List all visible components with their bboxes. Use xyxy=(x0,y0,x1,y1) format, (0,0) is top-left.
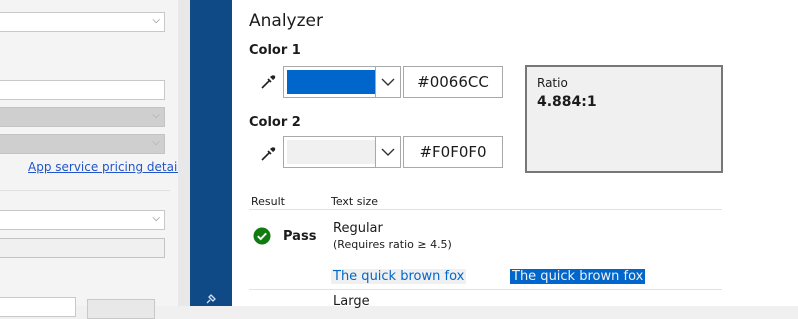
pin-icon[interactable] xyxy=(204,292,218,306)
color1-hex-input[interactable]: #0066CC xyxy=(403,66,503,98)
ratio-requirement: (Requires ratio ≥ 4.5) xyxy=(333,238,452,251)
side-bar xyxy=(190,0,232,306)
analyzer-panel: Analyzer Color 1 #0066CC Color 2 #F0F0F0… xyxy=(232,0,798,309)
result-status: Pass xyxy=(283,229,317,244)
pricing-details-link[interactable]: App service pricing details xyxy=(28,160,187,174)
dropdown-field-2[interactable]: ⌵ xyxy=(0,210,165,230)
color2-hex-input[interactable]: #F0F0F0 xyxy=(403,136,503,168)
eyedropper-icon[interactable] xyxy=(259,73,277,91)
sample-text-color2-on-color1: The quick brown fox xyxy=(510,269,646,284)
table-divider xyxy=(249,289,722,290)
ratio-label: Ratio xyxy=(537,76,568,90)
chevron-down-icon[interactable] xyxy=(375,137,400,167)
result-column-header: Result xyxy=(251,195,285,208)
color2-swatch xyxy=(287,140,376,164)
color2-picker[interactable] xyxy=(283,136,401,168)
dropdown-field-1[interactable]: ⌵ xyxy=(0,12,165,32)
chevron-down-icon: ⌵ xyxy=(152,15,160,26)
color1-picker[interactable] xyxy=(283,66,401,98)
eyedropper-icon[interactable] xyxy=(259,145,277,163)
small-button[interactable] xyxy=(87,299,155,319)
background-settings-pane: ⌵ ⌵ ⌵ App service pricing details ⌵ xyxy=(0,0,187,319)
text-size-column-header: Text size xyxy=(331,195,379,208)
chevron-down-icon[interactable] xyxy=(375,67,400,97)
small-field[interactable] xyxy=(0,297,76,317)
ratio-value: 4.884:1 xyxy=(537,94,597,110)
color1-label: Color 1 xyxy=(249,43,301,58)
chevron-down-icon: ⌵ xyxy=(152,110,160,121)
table-divider xyxy=(249,209,722,210)
text-size-name: Large xyxy=(333,294,370,309)
scrollbar-track[interactable] xyxy=(178,0,190,306)
ratio-preview-box: Ratio 4.884:1 xyxy=(525,65,723,173)
dropdown-field-disabled-2: ⌵ xyxy=(0,134,165,154)
check-circle-icon xyxy=(253,227,271,245)
color2-label: Color 2 xyxy=(249,115,301,130)
dropdown-field-disabled-1: ⌵ xyxy=(0,107,165,127)
analyzer-title: Analyzer xyxy=(249,11,323,31)
text-field-2[interactable] xyxy=(0,238,165,258)
text-field-1[interactable] xyxy=(0,80,165,100)
text-size-name: Regular xyxy=(333,221,383,236)
color1-swatch xyxy=(287,70,376,94)
sample-text-color1-on-color2: The quick brown fox xyxy=(331,269,467,284)
chevron-down-icon: ⌵ xyxy=(152,213,160,224)
chevron-down-icon: ⌵ xyxy=(152,137,160,148)
divider xyxy=(0,190,170,191)
